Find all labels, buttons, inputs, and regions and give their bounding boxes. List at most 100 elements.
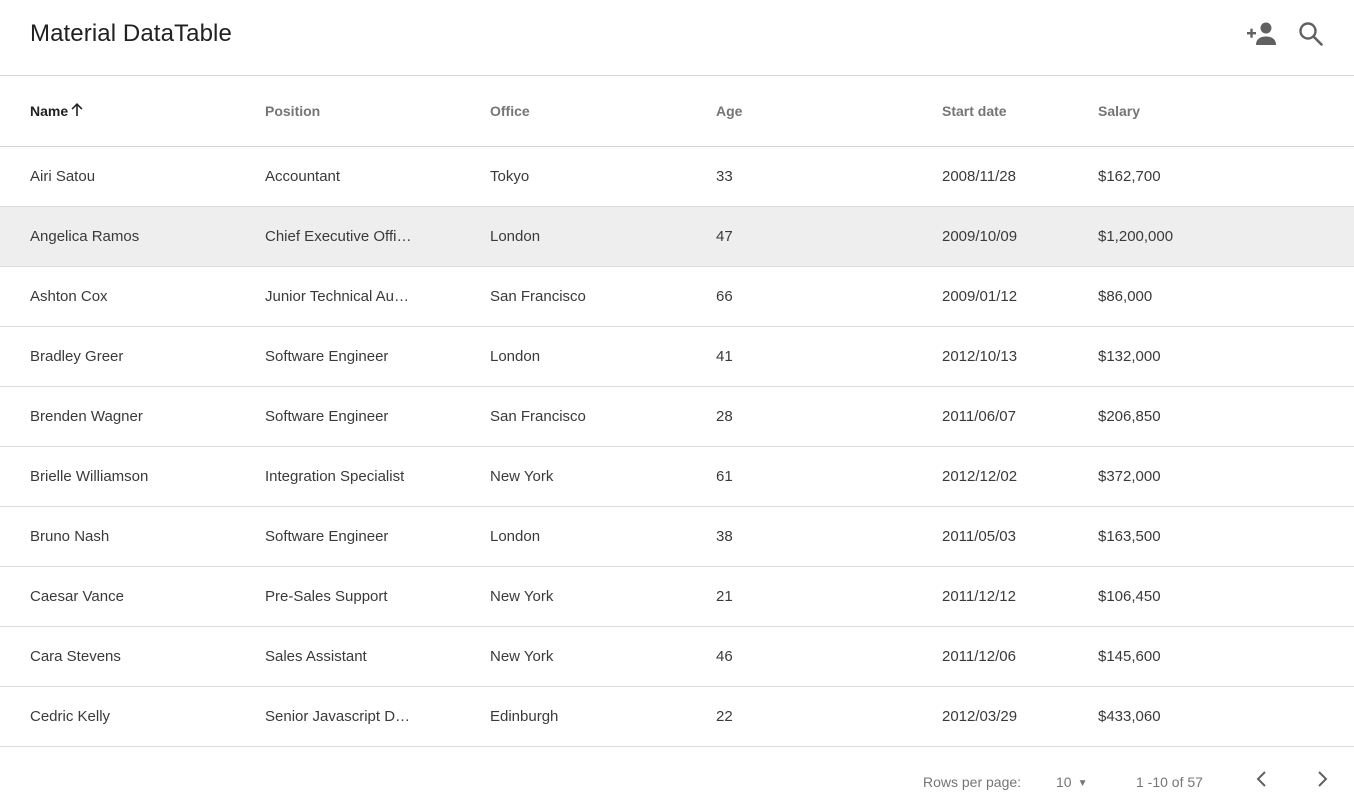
cell-start-date: 2011/06/07 bbox=[942, 407, 1016, 425]
table-row[interactable]: Airi Satou Accountant Tokyo 33 2008/11/28 $16… bbox=[0, 146, 1354, 206]
search-icon bbox=[1298, 21, 1324, 52]
cell-name: Airi Satou bbox=[30, 167, 96, 185]
toolbar: Material DataTable bbox=[0, 0, 1354, 76]
cell-name: Bruno Nash bbox=[30, 527, 110, 545]
search-button[interactable] bbox=[1293, 18, 1329, 54]
cell-name: Bradley Greer bbox=[30, 347, 124, 365]
cell-position: Senior Javascript D… bbox=[265, 686, 490, 746]
header-row: Name Position Office Age Start date Sala… bbox=[0, 76, 1354, 146]
column-header-position[interactable]: Position bbox=[265, 76, 490, 146]
cell-age: 41 bbox=[716, 347, 733, 365]
cell-position: Pre-Sales Support bbox=[265, 566, 490, 626]
cell-name: Caesar Vance bbox=[30, 587, 124, 605]
table-row[interactable]: Angelica Ramos Chief Executive Offi… Londo… bbox=[0, 206, 1354, 266]
next-page-button[interactable] bbox=[1308, 767, 1336, 792]
cell-salary: $372,000 bbox=[1098, 467, 1161, 485]
cell-age: 61 bbox=[716, 467, 733, 485]
table-row[interactable]: Bradley Greer Software Engineer London 41 20… bbox=[0, 326, 1354, 386]
page-title: Material DataTable bbox=[30, 20, 232, 47]
cell-position: Integration Specialist bbox=[265, 446, 490, 506]
cell-start-date: 2008/11/28 bbox=[942, 167, 1016, 185]
cell-position: Accountant bbox=[265, 146, 490, 206]
cell-office: London bbox=[490, 227, 541, 245]
cell-position-text: Software Engineer bbox=[265, 527, 389, 545]
cell-salary: $106,450 bbox=[1098, 587, 1161, 605]
cell-name: Brielle Williamson bbox=[30, 467, 149, 485]
cell-position: Chief Executive Offi… bbox=[265, 206, 490, 266]
table-row[interactable]: Bruno Nash Software Engineer London 38 2011/… bbox=[0, 506, 1354, 566]
table-row[interactable]: Caesar Vance Pre-Sales Support New York 21 2… bbox=[0, 566, 1354, 626]
cell-name: Cedric Kelly bbox=[30, 707, 111, 725]
dropdown-arrow-icon: ▼ bbox=[1077, 777, 1088, 789]
cell-age: 33 bbox=[716, 167, 733, 185]
cell-position-text: Junior Technical Au… bbox=[265, 287, 409, 305]
cell-office: London bbox=[490, 347, 541, 365]
cell-salary: $1,200,000 bbox=[1098, 227, 1174, 245]
cell-office: San Francisco bbox=[490, 407, 586, 425]
pagination-footer: Rows per page: 10 ▼ 1 -10 of 57 bbox=[0, 747, 1354, 792]
data-table: Name Position Office Age Start date Sala… bbox=[0, 76, 1354, 747]
previous-page-button[interactable] bbox=[1248, 767, 1276, 792]
rows-per-page-select[interactable]: 10 ▼ bbox=[1056, 774, 1087, 790]
cell-position: Software Engineer bbox=[265, 386, 490, 446]
person-add-icon bbox=[1246, 21, 1278, 52]
cell-salary: $145,600 bbox=[1098, 647, 1161, 665]
cell-office: San Francisco bbox=[490, 287, 586, 305]
rows-per-page-label: Rows per page: bbox=[923, 773, 1022, 790]
cell-start-date: 2011/12/06 bbox=[942, 647, 1016, 665]
table-row[interactable]: Brenden Wagner Software Engineer San Franc… bbox=[0, 386, 1354, 446]
cell-age: 47 bbox=[716, 227, 733, 245]
cell-position-text: Senior Javascript D… bbox=[265, 707, 411, 725]
cell-name: Brenden Wagner bbox=[30, 407, 143, 425]
cell-salary: $206,850 bbox=[1098, 407, 1161, 425]
column-header-salary[interactable]: Salary bbox=[1098, 76, 1354, 146]
cell-salary: $162,700 bbox=[1098, 167, 1161, 185]
cell-office: Tokyo bbox=[490, 167, 530, 185]
cell-age: 22 bbox=[716, 707, 733, 725]
cell-start-date: 2009/01/12 bbox=[942, 287, 1018, 305]
table-row[interactable]: Cedric Kelly Senior Javascript D… Edinburg… bbox=[0, 686, 1354, 746]
column-header-age[interactable]: Age bbox=[716, 76, 942, 146]
cell-office: London bbox=[490, 527, 541, 545]
column-header-name[interactable]: Name bbox=[0, 76, 265, 146]
cell-position-text: Software Engineer bbox=[265, 407, 389, 425]
cell-position: Sales Assistant bbox=[265, 626, 490, 686]
cell-position-text: Accountant bbox=[265, 167, 341, 185]
cell-office: Edinburgh bbox=[490, 707, 559, 725]
table-row[interactable]: Cara Stevens Sales Assistant New York 46 201… bbox=[0, 626, 1354, 686]
cell-start-date: 2012/12/02 bbox=[942, 467, 1018, 485]
cell-name: Ashton Cox bbox=[30, 287, 108, 305]
cell-position: Software Engineer bbox=[265, 326, 490, 386]
cell-age: 66 bbox=[716, 287, 733, 305]
cell-salary: $86,000 bbox=[1098, 287, 1153, 305]
cell-office: New York bbox=[490, 467, 554, 485]
cell-salary: $132,000 bbox=[1098, 347, 1161, 365]
cell-age: 46 bbox=[716, 647, 733, 665]
cell-start-date: 2009/10/09 bbox=[942, 227, 1018, 245]
cell-start-date: 2011/12/12 bbox=[942, 587, 1016, 605]
table-row[interactable]: Brielle Williamson Integration Specialist… bbox=[0, 446, 1354, 506]
cell-salary: $433,060 bbox=[1098, 707, 1161, 725]
cell-age: 28 bbox=[716, 407, 733, 425]
cell-name: Cara Stevens bbox=[30, 647, 121, 665]
cell-name: Angelica Ramos bbox=[30, 227, 140, 245]
column-header-start-date[interactable]: Start date bbox=[942, 76, 1098, 146]
cell-position-text: Pre-Sales Support bbox=[265, 587, 388, 605]
cell-start-date: 2012/10/13 bbox=[942, 347, 1018, 365]
table-row[interactable]: Ashton Cox Junior Technical Au… San Franci… bbox=[0, 266, 1354, 326]
cell-office: New York bbox=[490, 647, 554, 665]
column-header-office[interactable]: Office bbox=[490, 76, 716, 146]
cell-position: Junior Technical Au… bbox=[265, 266, 490, 326]
pagination-range: 1 -10 of 57 bbox=[1136, 773, 1203, 790]
column-header-label: Name bbox=[30, 102, 69, 119]
add-person-button[interactable] bbox=[1244, 18, 1280, 54]
chevron-right-icon bbox=[1315, 770, 1329, 791]
rows-per-page-value: 10 bbox=[1056, 773, 1072, 790]
cell-position-text: Integration Specialist bbox=[265, 467, 405, 485]
cell-office: New York bbox=[490, 587, 554, 605]
cell-start-date: 2012/03/29 bbox=[942, 707, 1018, 725]
arrow-up-icon bbox=[69, 101, 85, 120]
cell-position: Software Engineer bbox=[265, 506, 490, 566]
cell-salary: $163,500 bbox=[1098, 527, 1161, 545]
chevron-left-icon bbox=[1255, 770, 1269, 791]
